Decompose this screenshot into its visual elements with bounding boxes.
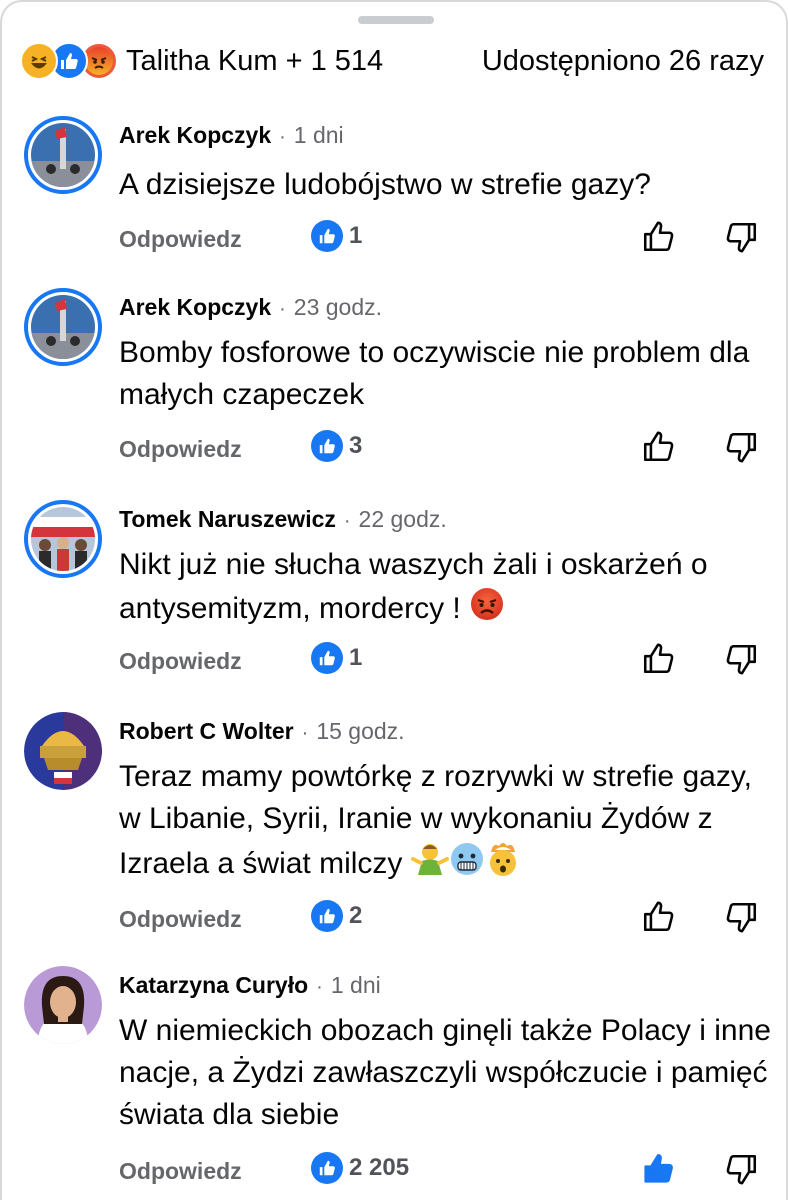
commenter-name[interactable]: Arek Kopczyk xyxy=(119,122,271,149)
like-count: 1 xyxy=(349,222,363,249)
post-summary-header: Talitha Kum + 1 514 Udostępniono 26 razy xyxy=(20,38,764,84)
like-count-badge[interactable]: 1 xyxy=(311,642,362,674)
thumbs-up-filled-icon[interactable] xyxy=(641,1152,675,1191)
separator-dot: · xyxy=(279,126,286,148)
cold-face-emoji xyxy=(449,841,485,889)
like-icon xyxy=(311,430,343,462)
comment-time[interactable]: 1 dni xyxy=(294,122,344,149)
thumbs-down-icon[interactable] xyxy=(725,220,759,259)
comment-meta: Robert C Wolter · 15 godz. xyxy=(119,718,405,745)
avatar[interactable] xyxy=(24,712,102,790)
reply-button[interactable]: Odpowiedz xyxy=(119,436,242,463)
thumbs-down-icon[interactable] xyxy=(725,900,759,939)
comment-meta: Katarzyna Curyło · 1 dni xyxy=(119,972,381,999)
reply-button[interactable]: Odpowiedz xyxy=(119,648,242,675)
comment-time[interactable]: 15 godz. xyxy=(316,718,404,745)
comment-text-content: Nikt już nie słucha waszych żali i oskar… xyxy=(119,548,708,625)
drag-handle[interactable] xyxy=(358,16,434,24)
comment-actions: Odpowiedz 1 xyxy=(119,220,769,260)
like-count: 1 xyxy=(349,644,363,671)
like-count-badge[interactable]: 2 205 xyxy=(311,1152,409,1184)
comment-actions: Odpowiedz 2 205 xyxy=(119,1152,769,1192)
haha-icon xyxy=(20,42,58,80)
like-count: 2 xyxy=(349,902,363,929)
reactions-count-text: Talitha Kum + 1 514 xyxy=(126,44,384,77)
avatar[interactable] xyxy=(24,966,102,1044)
like-count-badge[interactable]: 1 xyxy=(311,220,362,252)
like-count: 3 xyxy=(349,432,363,459)
person-shrugging-emoji xyxy=(410,841,449,889)
like-count-badge[interactable]: 2 xyxy=(311,900,362,932)
reply-button[interactable]: Odpowiedz xyxy=(119,1158,242,1185)
reactions-summary[interactable]: Talitha Kum + 1 514 xyxy=(20,42,383,80)
like-icon xyxy=(311,642,343,674)
avatar[interactable] xyxy=(24,288,102,366)
separator-dot: · xyxy=(343,510,351,532)
like-icon xyxy=(311,900,343,932)
like-icon xyxy=(311,1152,343,1184)
thumbs-up-icon[interactable] xyxy=(641,430,675,469)
like-icon xyxy=(311,220,343,252)
comment-text: A dzisiejsze ludobójstwo w strefie gazy? xyxy=(119,168,651,201)
comment-actions: Odpowiedz 1 xyxy=(119,642,769,682)
commenter-name[interactable]: Robert C Wolter xyxy=(119,718,294,745)
exploding-head-emoji xyxy=(485,840,521,890)
comment-text: W niemieckich obozach ginęli także Polac… xyxy=(119,1014,771,1131)
comment-meta: Arek Kopczyk · 1 dni xyxy=(119,122,344,149)
separator-dot: · xyxy=(316,976,323,998)
comment-actions: Odpowiedz 2 xyxy=(119,900,769,940)
like-count: 2 205 xyxy=(349,1154,410,1181)
angry-face-emoji xyxy=(469,586,505,634)
thumbs-down-icon[interactable] xyxy=(725,642,759,681)
thumbs-up-icon[interactable] xyxy=(641,900,675,939)
separator-dot: · xyxy=(301,722,309,744)
commenter-name[interactable]: Arek Kopczyk xyxy=(119,294,271,321)
thumbs-down-icon[interactable] xyxy=(725,1152,759,1191)
comment-time[interactable]: 22 godz. xyxy=(359,506,447,533)
comment-text: Bomby fosforowe to oczywiscie nie proble… xyxy=(119,336,750,411)
separator-dot: · xyxy=(279,298,286,320)
avatar[interactable] xyxy=(24,500,102,578)
comment-time[interactable]: 23 godz. xyxy=(294,294,382,321)
comment-meta: Tomek Naruszewicz · 22 godz. xyxy=(119,506,447,533)
shares-count[interactable]: Udostępniono 26 razy xyxy=(482,45,764,78)
comments-sheet: Talitha Kum + 1 514 Udostępniono 26 razy… xyxy=(0,0,788,1200)
commenter-name[interactable]: Katarzyna Curyło xyxy=(119,972,308,999)
thumbs-down-icon[interactable] xyxy=(725,430,759,469)
comment-time[interactable]: 1 dni xyxy=(331,972,381,999)
thumbs-up-icon[interactable] xyxy=(641,642,675,681)
comment-text: Teraz mamy powtórkę z rozrywki w strefie… xyxy=(119,756,759,890)
like-count-badge[interactable]: 3 xyxy=(311,430,362,462)
reply-button[interactable]: Odpowiedz xyxy=(119,906,242,933)
comment-text: Nikt już nie słucha waszych żali i oskar… xyxy=(119,544,759,634)
comment-meta: Arek Kopczyk · 23 godz. xyxy=(119,294,382,321)
thumbs-up-icon[interactable] xyxy=(641,220,675,259)
avatar[interactable] xyxy=(24,116,102,194)
comment-actions: Odpowiedz 3 xyxy=(119,430,769,470)
reply-button[interactable]: Odpowiedz xyxy=(119,226,242,253)
commenter-name[interactable]: Tomek Naruszewicz xyxy=(119,506,336,533)
